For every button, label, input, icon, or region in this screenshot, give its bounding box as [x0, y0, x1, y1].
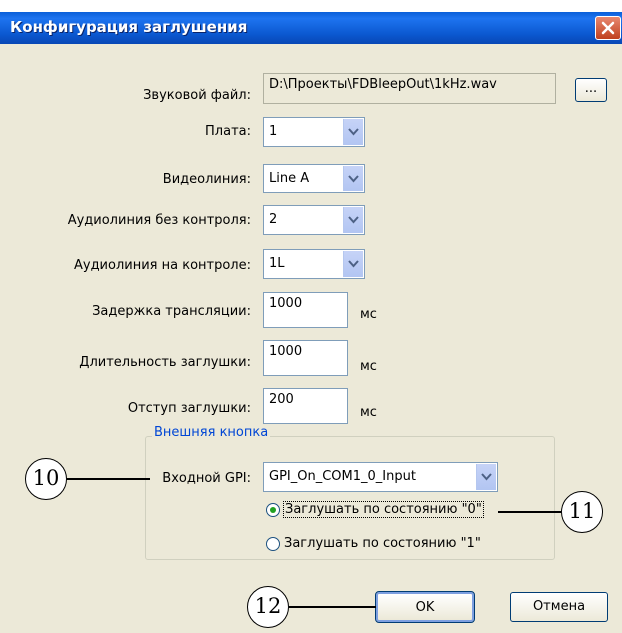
bleep-offset-field[interactable]: 200 [263, 388, 348, 424]
board-label: Плата: [205, 124, 251, 139]
chevron-down-icon [348, 216, 359, 224]
gpi-input-dropdown-button[interactable] [476, 464, 496, 490]
board-select[interactable]: 1 [263, 117, 365, 147]
bleep-duration-label: Длительность заглушки: [79, 355, 251, 370]
audio-controlled-value: 1L [269, 256, 285, 271]
chevron-down-icon [481, 473, 492, 481]
sound-file-field[interactable]: D:\Проекты\FDBleepOut\1kHz.wav [263, 73, 556, 104]
radio-selected-icon [270, 507, 276, 513]
gpi-input-select[interactable]: GPI_On_COM1_0_Input [263, 462, 498, 492]
ok-button[interactable]: OK [375, 591, 475, 623]
callout-12-leader [289, 606, 376, 608]
radio-state-1-label[interactable]: Заглушать по состоянию "1" [284, 536, 481, 551]
radio-state-0-label[interactable]: Заглушать по состоянию "0" [283, 501, 484, 518]
bleep-duration-unit: мс [360, 359, 377, 374]
gpi-input-label: Входной GPI: [162, 471, 251, 486]
audio-controlled-label: Аудиолиния на контроле: [73, 258, 251, 273]
chevron-down-icon [348, 260, 359, 268]
browse-button[interactable]: ... [575, 78, 607, 102]
board-value: 1 [269, 124, 278, 139]
audio-controlled-select[interactable]: 1L [263, 249, 365, 279]
sound-file-value: D:\Проекты\FDBleepOut\1kHz.wav [269, 77, 497, 92]
video-line-dropdown-button[interactable] [343, 166, 363, 191]
cancel-button[interactable]: Отмена [510, 592, 608, 622]
bleep-offset-unit: мс [360, 405, 377, 420]
gpi-input-value: GPI_On_COM1_0_Input [269, 469, 416, 484]
video-line-label: Видеолиния: [162, 172, 251, 187]
window-title: Конфигурация заглушения [10, 18, 248, 36]
bleep-offset-value: 200 [269, 392, 294, 407]
browse-button-label: ... [584, 81, 598, 96]
chevron-down-icon [348, 128, 359, 136]
callout-11-leader [498, 511, 561, 513]
callout-11: 11 [561, 491, 603, 533]
radio-state-0[interactable] [266, 503, 280, 517]
broadcast-delay-value: 1000 [269, 296, 303, 311]
audio-uncontrolled-dropdown-button[interactable] [343, 207, 363, 233]
callout-11-number: 11 [568, 499, 596, 523]
video-line-select[interactable]: Line A [263, 164, 365, 193]
callout-12: 12 [247, 586, 289, 628]
callout-10-number: 10 [32, 466, 60, 490]
chevron-down-icon [348, 175, 359, 183]
close-icon [601, 21, 615, 35]
audio-uncontrolled-value: 2 [269, 212, 278, 227]
ok-button-label: OK [415, 600, 435, 615]
callout-10: 10 [25, 458, 67, 500]
callout-10-leader [67, 478, 150, 480]
broadcast-delay-unit: мс [360, 307, 377, 322]
bleep-duration-value: 1000 [269, 344, 303, 359]
close-button[interactable] [595, 16, 621, 40]
broadcast-delay-field[interactable]: 1000 [263, 292, 348, 328]
sound-file-label: Звуковой файл: [143, 88, 251, 103]
title-bar[interactable]: Конфигурация заглушения [0, 12, 622, 44]
broadcast-delay-label: Задержка трансляции: [92, 304, 251, 319]
audio-uncontrolled-label: Аудиолиния без контроля: [67, 213, 251, 228]
cancel-button-label: Отмена [532, 599, 586, 614]
audio-uncontrolled-select[interactable]: 2 [263, 205, 365, 235]
video-line-value: Line A [269, 171, 310, 186]
external-button-group-title: Внешняя кнопка [152, 425, 271, 440]
radio-state-1[interactable] [266, 537, 280, 551]
callout-12-number: 12 [254, 594, 282, 618]
bleep-duration-field[interactable]: 1000 [263, 340, 348, 376]
audio-controlled-dropdown-button[interactable] [343, 251, 363, 277]
bleep-offset-label: Отступ заглушки: [127, 401, 251, 416]
board-dropdown-button[interactable] [343, 119, 363, 145]
